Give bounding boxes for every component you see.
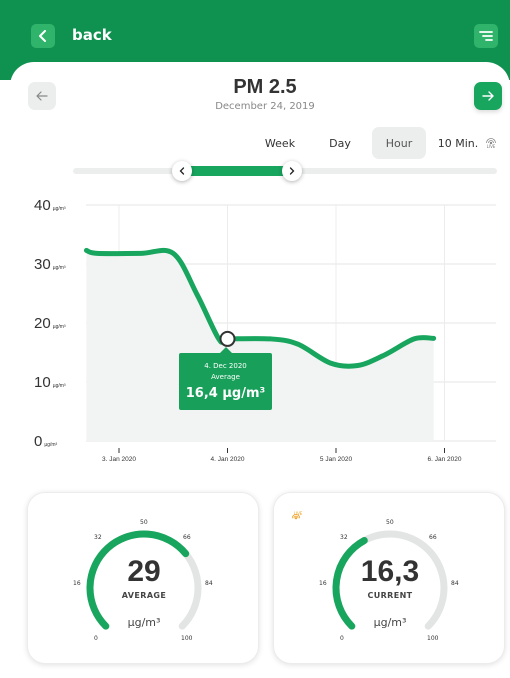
- gauge-tick: 50: [386, 519, 394, 526]
- pm25-chart: 40 µg/m³ 30 µg/m³ 20 µg/m³ 10 µg/m³ 0 µg/m³ 3. Jan…: [34, 197, 496, 463]
- gauge-tick: 100: [427, 635, 439, 642]
- area-fill: [86, 250, 434, 441]
- gauge-tick: 66: [183, 534, 191, 541]
- gauge-tick: 0: [340, 635, 344, 642]
- chart-tooltip: 4. Dec 2020 Average 16,4 µg/m³: [179, 347, 272, 410]
- next-button[interactable]: [474, 82, 502, 110]
- y-tick-label: 40 µg/m³: [34, 197, 66, 214]
- back-label[interactable]: back: [72, 26, 112, 44]
- gauge-tick: 100: [181, 635, 193, 642]
- tab-day[interactable]: Day: [318, 127, 362, 159]
- current-label: CURRENT: [367, 591, 413, 600]
- arrow-right-icon: [482, 91, 494, 101]
- average-gauge-card: 0 16 32 50 66 84 100 29 AVERAGE µg/m³: [27, 492, 259, 664]
- highlight-point: [219, 330, 236, 347]
- range-slider-end-handle[interactable]: [282, 161, 302, 181]
- menu-icon: [479, 31, 493, 41]
- tooltip-value: 16,4 µg/m³: [185, 386, 266, 401]
- range-slider-selection[interactable]: [182, 166, 292, 176]
- tab-10-min[interactable]: 10 Min.: [436, 127, 480, 159]
- back-button[interactable]: [31, 24, 55, 48]
- chevron-left-icon: [179, 167, 185, 175]
- chevron-left-icon: [39, 30, 46, 42]
- current-gauge-card: LIVE 0 16 32 50 66 84 100 16,3 CURRENT µ…: [273, 492, 505, 664]
- current-value: 16,3: [360, 555, 420, 588]
- gauge-tick: 50: [140, 519, 148, 526]
- current-unit: µg/m³: [373, 616, 407, 629]
- y-tick-label: 10 µg/m³: [34, 374, 66, 391]
- tooltip-date: 4. Dec 2020: [204, 362, 247, 370]
- live-toggle[interactable]: LIVE: [483, 137, 499, 153]
- gauge-tick: 32: [340, 534, 348, 541]
- page-title: PM 2.5: [233, 76, 297, 98]
- x-tick-label: 3. Jan 2020: [102, 456, 136, 463]
- range-slider-start-handle[interactable]: [172, 161, 192, 181]
- x-tick-label: 5 Jan 2020: [320, 456, 353, 463]
- gauge-tick: 0: [94, 635, 98, 642]
- live-label: LIVE: [486, 144, 496, 149]
- menu-button[interactable]: [474, 24, 498, 48]
- x-tick-label: 6. Jan 2020: [428, 456, 462, 463]
- page-date: December 24, 2019: [215, 101, 315, 112]
- gauge-tick: 66: [429, 534, 437, 541]
- y-tick-label: 0 µg/m³: [34, 433, 58, 450]
- chevron-right-icon: [289, 167, 295, 175]
- average-label: AVERAGE: [121, 591, 167, 600]
- y-tick-label: 30 µg/m³: [34, 256, 66, 273]
- average-value: 29: [127, 555, 161, 588]
- tab-hour[interactable]: Hour: [372, 127, 426, 159]
- tooltip-label: Average: [211, 373, 240, 381]
- y-tick-label: 20 µg/m³: [34, 315, 66, 332]
- tab-week[interactable]: Week: [256, 127, 304, 159]
- average-unit: µg/m³: [127, 616, 161, 629]
- x-tick-label: 4. Jan 2020: [211, 456, 245, 463]
- gauge-tick: 32: [94, 534, 102, 541]
